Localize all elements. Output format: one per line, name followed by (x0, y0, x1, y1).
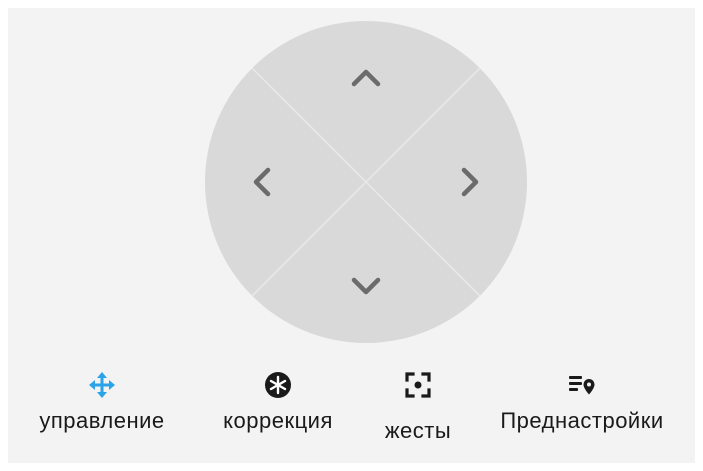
screen: управление коррекция жесты Преднастройки (0, 0, 703, 471)
dpad-up-button[interactable] (331, 43, 401, 113)
tab-presets[interactable]: Преднастройки (489, 370, 675, 433)
tab-gestures-label: жесты (384, 418, 452, 443)
chevron-right-icon (461, 167, 479, 197)
dpad-down-button[interactable] (331, 251, 401, 321)
chevron-up-icon (351, 69, 381, 87)
direction-pad[interactable] (205, 21, 527, 343)
tab-correction[interactable]: коррекция (213, 370, 343, 433)
focus-frame-icon (403, 370, 433, 400)
dpad-left-button[interactable] (227, 147, 297, 217)
tab-gestures[interactable]: жесты (368, 370, 468, 443)
bottom-tab-bar: управление коррекция жесты Преднастройки (8, 370, 695, 463)
move-arrows-icon (87, 370, 117, 400)
tab-control[interactable]: управление (32, 370, 172, 433)
tab-presets-label: Преднастройки (500, 408, 664, 433)
list-location-icon (567, 370, 597, 400)
chevron-down-icon (351, 277, 381, 295)
tab-correction-label: коррекция (223, 408, 333, 433)
control-panel: управление коррекция жесты Преднастройки (8, 8, 695, 463)
dpad-right-button[interactable] (435, 147, 505, 217)
chevron-left-icon (253, 167, 271, 197)
snowflake-icon (263, 370, 293, 400)
tab-control-label: управление (39, 408, 165, 433)
